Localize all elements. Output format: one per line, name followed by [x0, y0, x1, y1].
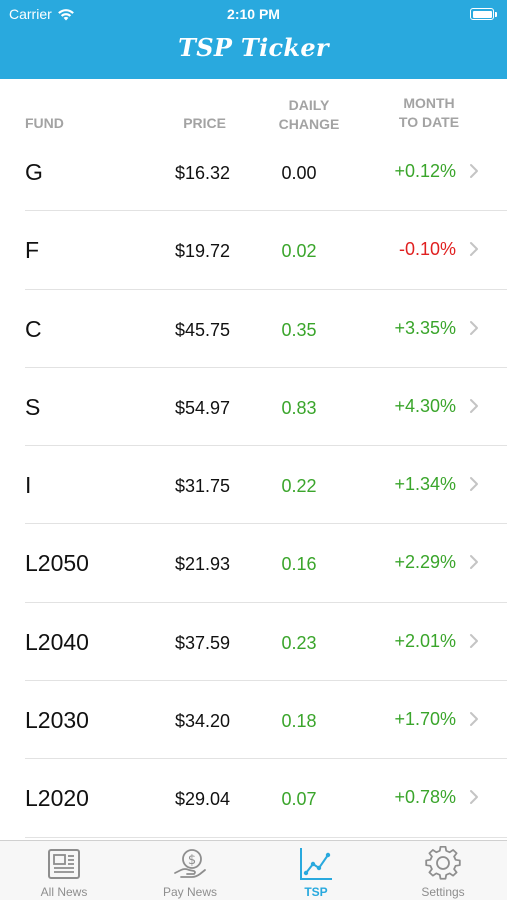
month-to-date: +2.01% [394, 630, 456, 651]
fund-price: $21.93 [174, 554, 230, 575]
fund-price: $29.04 [174, 789, 230, 810]
chevron-right-icon [470, 477, 478, 492]
month-to-date: +4.30% [394, 395, 456, 416]
table-row[interactable]: L2030 $34.20 0.18 +1.70% [0, 681, 507, 760]
fund-name: C [25, 315, 42, 342]
fund-name: S [25, 393, 41, 420]
table-row[interactable]: C $45.75 0.35 +3.35% [0, 290, 507, 369]
month-to-date: +3.35% [394, 317, 456, 338]
table-row[interactable]: G $16.32 0.00 +0.12% [0, 133, 507, 212]
fund-name: G [25, 159, 43, 185]
table-row[interactable]: L2040 $37.59 0.23 +2.01% [0, 603, 507, 682]
month-to-date: +1.34% [394, 474, 456, 495]
column-header-daily-line1: DAILY [288, 97, 330, 113]
fund-price: $19.72 [174, 241, 230, 262]
table-row[interactable]: L2020 $29.04 0.07 +0.78% [0, 759, 507, 838]
navigation-bar: Carrier 2:10 PM TSP Ticker [0, 0, 507, 79]
month-to-date: +1.70% [394, 709, 456, 730]
fund-price: $16.32 [174, 163, 230, 183]
month-to-date: +0.78% [394, 787, 456, 808]
table-row[interactable]: F $19.72 0.02 -0.10% [0, 211, 507, 290]
newspaper-icon [48, 849, 80, 879]
chevron-right-icon [470, 633, 478, 648]
chevron-right-icon [470, 790, 478, 805]
daily-change: 0.35 [281, 319, 317, 340]
column-header-daily-change: DAILY CHANGE [264, 96, 354, 134]
fund-price: $34.20 [174, 711, 230, 732]
tab-label: TSP [304, 885, 328, 899]
tab-label: Pay News [162, 885, 218, 899]
fund-name: L2030 [25, 707, 89, 734]
month-to-date: +2.29% [394, 552, 456, 573]
chevron-right-icon [470, 398, 478, 413]
tab-settings[interactable]: Settings [380, 841, 506, 900]
table-row[interactable]: S $54.97 0.83 +4.30% [0, 368, 507, 447]
daily-change: 0.23 [281, 632, 317, 653]
page-title: TSP Ticker [178, 33, 329, 62]
fund-name: L2050 [25, 550, 89, 577]
fund-list: G $16.32 0.00 +0.12% F $19.72 0.02 -0.10… [0, 133, 507, 838]
table-row[interactable]: L2050 $21.93 0.16 +2.29% [0, 524, 507, 604]
gear-icon [425, 846, 461, 880]
tab-pay-news[interactable]: $ Pay News [127, 841, 253, 900]
chevron-right-icon [470, 320, 478, 335]
month-to-date: +0.12% [394, 161, 456, 181]
fund-price: $31.75 [174, 476, 230, 497]
tab-label: Settings [421, 885, 465, 899]
chevron-right-icon [470, 555, 478, 570]
column-header-month-line2: TO DATE [398, 114, 460, 130]
daily-change: 0.02 [281, 241, 317, 262]
tab-tsp[interactable]: TSP [253, 841, 379, 900]
column-header-month-to-date: MONTH TO DATE [380, 94, 478, 132]
table-header: FUND PRICE DAILY CHANGE MONTH TO DATE [0, 79, 507, 137]
battery-icon [470, 8, 497, 20]
column-header-price: PRICE [183, 115, 226, 131]
daily-change: 0.22 [281, 476, 317, 497]
chevron-right-icon [470, 242, 478, 257]
fund-price: $37.59 [174, 632, 230, 653]
money-hand-icon: $ [174, 849, 206, 878]
fund-name: I [25, 472, 32, 499]
tab-bar: All News $ Pay News TSP Settings [0, 840, 507, 900]
month-to-date: -0.10% [398, 239, 456, 260]
fund-price: $45.75 [174, 319, 230, 340]
clock: 2:10 PM [227, 6, 280, 22]
tab-label: All News [40, 885, 88, 899]
chevron-right-icon [470, 164, 478, 178]
chevron-right-icon [470, 712, 478, 727]
daily-change: 0.07 [281, 789, 317, 810]
fund-name: L2020 [25, 785, 89, 812]
fund-name: L2040 [25, 628, 89, 655]
status-bar: Carrier 2:10 PM [0, 0, 507, 28]
svg-text:$: $ [188, 853, 196, 868]
column-header-month-line1: MONTH [403, 95, 455, 111]
table-row[interactable]: I $31.75 0.22 +1.34% [0, 446, 507, 525]
fund-price: $54.97 [174, 397, 230, 418]
daily-change: 0.18 [281, 711, 317, 732]
line-chart-icon [300, 848, 332, 880]
daily-change: 0.00 [281, 163, 317, 183]
column-header-daily-line2: CHANGE [278, 116, 340, 132]
column-header-fund: FUND [25, 115, 64, 131]
daily-change: 0.16 [281, 554, 317, 575]
fund-name: F [25, 237, 40, 264]
daily-change: 0.83 [281, 397, 317, 418]
tab-all-news[interactable]: All News [1, 841, 127, 900]
